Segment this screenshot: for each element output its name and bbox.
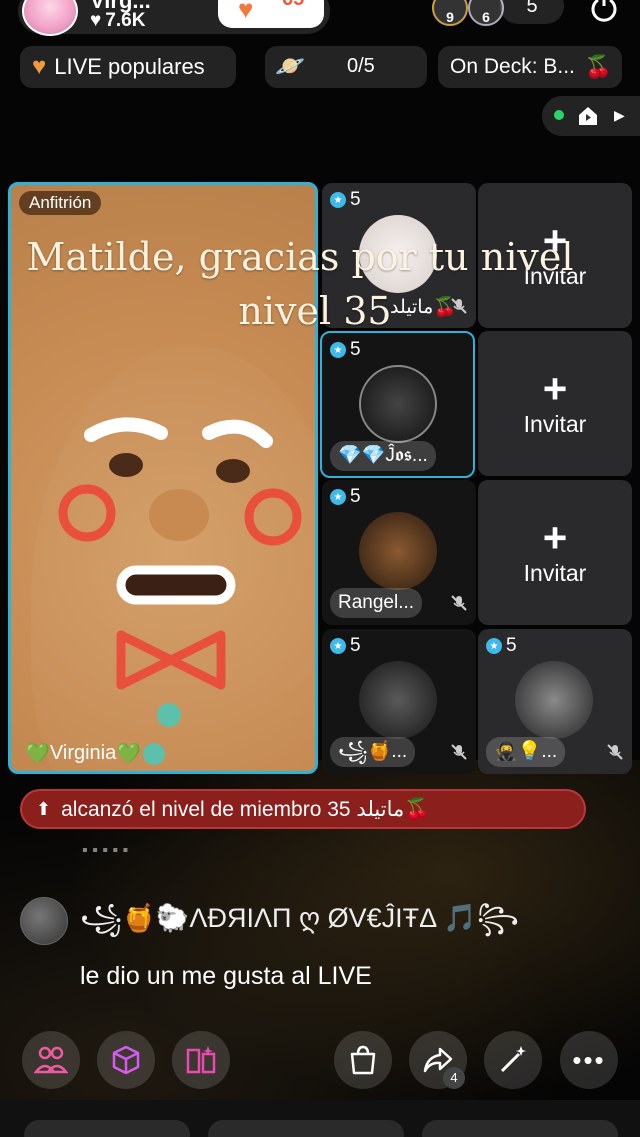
magic-button[interactable]	[484, 1031, 542, 1089]
follow-count: 65	[282, 0, 304, 11]
level-badge-icon: ★	[330, 489, 346, 505]
host-likes: ♥ 7.6K	[90, 10, 145, 32]
level-badge-icon: ★	[486, 638, 502, 654]
guest-name: 🥷💡...	[486, 737, 566, 767]
level-up-banner: ⬆ alcanzó el nivel de miembro 35 ماتيلد🍒	[20, 789, 586, 829]
expand-arrow-icon: ▶	[614, 107, 625, 123]
heart-icon: ♥	[238, 0, 254, 24]
book-button[interactable]	[172, 1031, 230, 1089]
close-live-button[interactable]	[584, 0, 624, 26]
host-likes-count: 7.6K	[105, 10, 146, 31]
guest-level: ★ 5	[330, 339, 361, 361]
green-heart-icon: 💚	[25, 743, 50, 765]
live-popular-pill[interactable]: ♥ LIVE populares	[20, 46, 236, 88]
bottom-pill[interactable]	[24, 1120, 190, 1137]
top-viewer-avatar[interactable]: 9	[432, 0, 468, 26]
guest-tile[interactable]: ★ 5 💎💎Ĵ𝖔𝖘...	[320, 331, 475, 478]
host-name-label: 💚 Virginia 💚	[25, 741, 166, 766]
bottom-pill[interactable]	[422, 1120, 618, 1137]
guest-name: 💎💎Ĵ𝖔𝖘...	[330, 441, 436, 471]
guest-avatar	[359, 512, 437, 590]
host-badge: Anfitrión	[19, 191, 102, 215]
guest-name: Rangel...	[330, 588, 423, 618]
mic-muted-icon	[451, 595, 467, 611]
guest-avatar	[359, 365, 437, 443]
guest-level: ★ 5	[330, 486, 361, 508]
book-icon	[186, 1046, 216, 1074]
people-icon	[34, 1046, 68, 1074]
guest-name: ꧁🍯...	[330, 737, 416, 767]
heart-icon: ♥	[90, 10, 102, 31]
green-heart-icon: 💚	[116, 743, 142, 765]
guest-tile[interactable]: ★ 5 🥷💡...	[478, 629, 632, 774]
guests-button[interactable]	[22, 1031, 80, 1089]
live-status-dot	[554, 110, 564, 120]
overlay-line-1: Matilde, gracias por tu nivel	[26, 235, 574, 279]
guest-avatar	[515, 661, 593, 739]
overlay-line-2: nivel 35	[238, 289, 392, 333]
on-deck-label: On Deck: B...	[450, 55, 575, 78]
gift-icon: 🍒	[584, 54, 612, 79]
more-button[interactable]: •••	[560, 1031, 618, 1089]
invite-label: Invitar	[523, 560, 587, 586]
more-dots-icon: •••	[572, 1045, 606, 1075]
guest-tile[interactable]: ★ 5 Rangel...	[322, 480, 476, 625]
shop-button[interactable]	[334, 1031, 392, 1089]
mic-muted-icon	[451, 744, 467, 760]
guest-level: ★ 5	[486, 635, 517, 657]
home-icon	[579, 107, 597, 125]
rank-pill[interactable]: 🪐 0/5	[265, 46, 427, 88]
rank-value: 0/5	[347, 55, 375, 77]
globe-icon	[143, 742, 166, 765]
plus-icon: +	[542, 365, 568, 412]
thank-you-overlay: Matilde, gracias por tu nivel nivel 35	[0, 230, 600, 338]
popular-label: LIVE populares	[54, 54, 205, 79]
confetti-decor: ▪ ▪ ▪ ▪ ▪	[82, 842, 129, 859]
viewer-count[interactable]: 5	[500, 0, 564, 24]
on-deck-pill[interactable]: On Deck: B... 🍒	[438, 46, 622, 88]
shopping-bag-icon	[350, 1045, 376, 1075]
top-viewer-avatar[interactable]: 6	[468, 0, 504, 26]
guest-tile[interactable]: ★ 5 ꧁🍯...	[322, 629, 476, 774]
cube-icon	[112, 1045, 140, 1075]
bottom-strip	[0, 1100, 640, 1137]
level-badge-icon: ★	[330, 342, 346, 358]
invite-label: Invitar	[523, 411, 587, 437]
guest-avatar	[359, 661, 437, 739]
level-banner-text: alcanzó el nivel de miembro 35 ماتيلد🍒	[61, 797, 431, 821]
level-badge-icon: ★	[330, 192, 346, 208]
comment-avatar[interactable]	[20, 897, 68, 945]
planet-icon: 🪐	[275, 53, 305, 80]
share-button[interactable]: 4	[409, 1031, 467, 1089]
magic-wand-icon	[500, 1046, 526, 1073]
invite-slot[interactable]: + Invitar	[478, 480, 632, 625]
comment-username[interactable]: ꧁🍯🐑ΛĐЯIΛП ღ ØV€ĴIŦΔ 🎵꧂	[80, 897, 519, 952]
arrow-up-icon: ⬆	[36, 798, 52, 819]
power-icon	[591, 0, 617, 22]
comment-text: le dio un me gusta al LIVE	[80, 962, 372, 990]
follow-button[interactable]: ♥ 65	[218, 0, 324, 28]
invite-slot[interactable]: + Invitar	[478, 331, 632, 476]
level-badge-icon: ★	[330, 638, 346, 654]
share-count: 4	[443, 1067, 465, 1089]
guest-level: ★ 5	[330, 635, 361, 657]
plus-icon: +	[542, 514, 568, 561]
stream-controls[interactable]: ▶	[542, 96, 640, 136]
guest-level: ★ 5	[330, 189, 361, 211]
effects-button[interactable]	[97, 1031, 155, 1089]
popular-heart-icon: ♥	[32, 53, 47, 80]
mic-muted-icon	[607, 744, 623, 760]
bottom-pill[interactable]	[208, 1120, 404, 1137]
